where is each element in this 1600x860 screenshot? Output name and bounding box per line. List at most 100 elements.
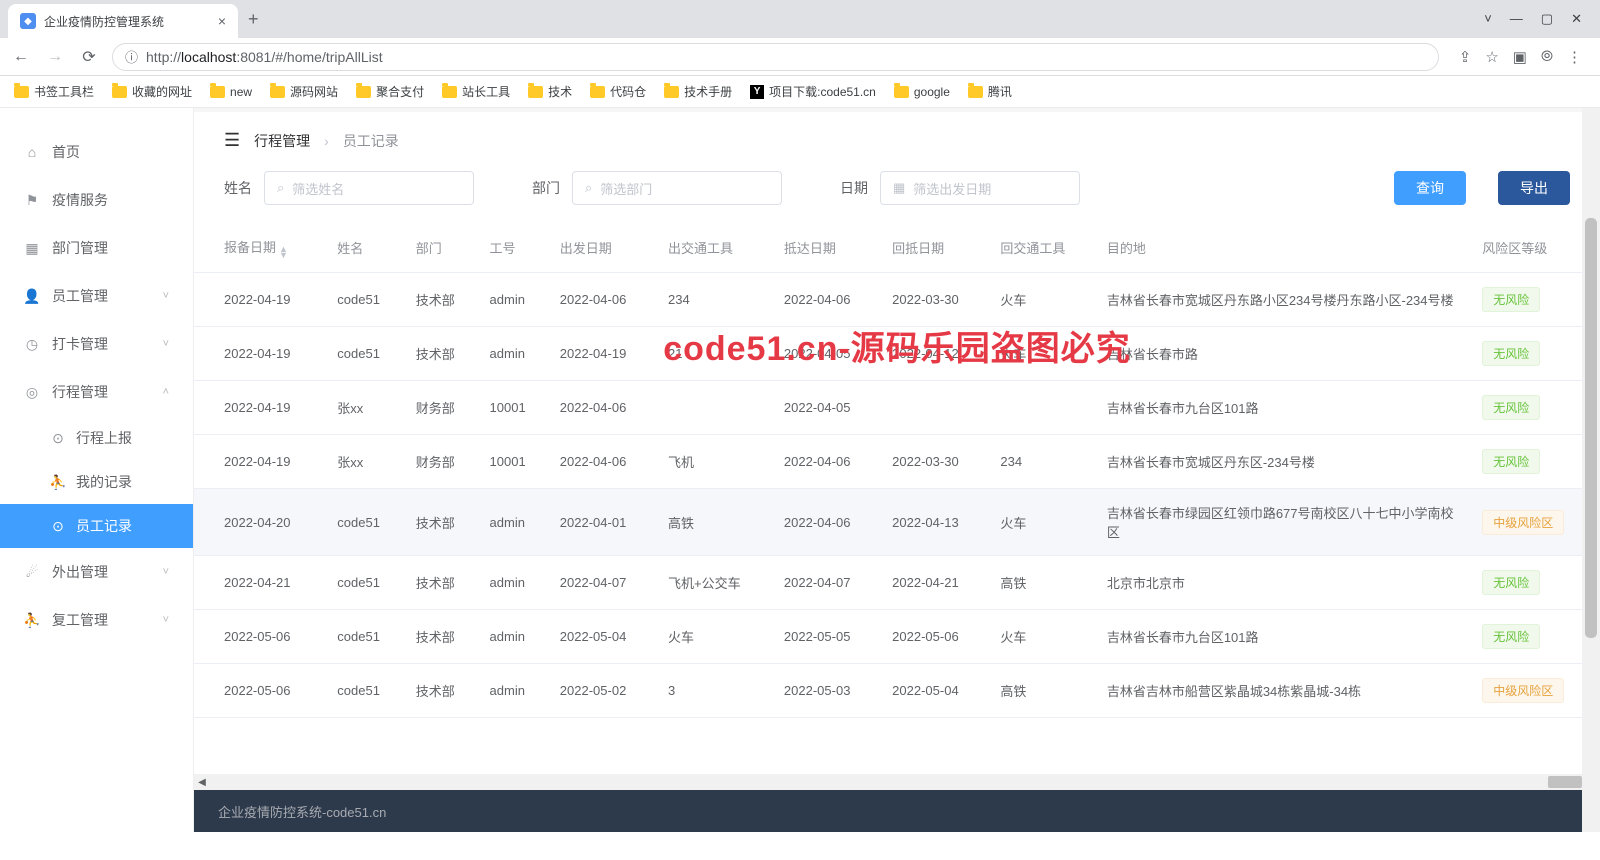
sidebar-item-5[interactable]: ◎行程管理˄ (0, 368, 193, 416)
browser-tab[interactable]: ◆ 企业疫情防控管理系统 × (8, 4, 238, 38)
risk-badge: 无风险 (1482, 341, 1540, 366)
hamburger-icon[interactable]: ☰ (224, 130, 240, 151)
sidebar-item-3[interactable]: 👤员工管理˅ (0, 272, 193, 320)
table-cell: 飞机+公交车 (658, 556, 774, 610)
profile-icon[interactable]: ⦾ (1541, 48, 1553, 66)
table-cell: 火车 (990, 610, 1096, 664)
column-header[interactable]: 部门 (406, 223, 480, 273)
close-window-icon[interactable]: ✕ (1571, 11, 1582, 27)
bookmark-item[interactable]: new (210, 85, 252, 99)
column-header[interactable]: 姓名 (327, 223, 405, 273)
table-cell: 2022-05-06 (882, 610, 990, 664)
sort-icon[interactable]: ▲▼ (279, 246, 288, 258)
table-row[interactable]: 2022-04-19code51技术部admin2022-04-06234202… (194, 273, 1600, 327)
table-row[interactable]: 2022-04-19张xx财务部100012022-04-062022-04-0… (194, 381, 1600, 435)
breadcrumb-item[interactable]: 行程管理 (254, 131, 310, 151)
dept-filter-label: 部门 (532, 178, 560, 198)
table-cell: 2022-04-19 (194, 327, 327, 381)
column-header[interactable]: 出交通工具 (658, 223, 774, 273)
query-button[interactable]: 查询 (1394, 171, 1466, 205)
bookmark-item[interactable]: 技术手册 (664, 83, 732, 100)
chevron-down-icon[interactable]: ˅ (1484, 11, 1492, 27)
table-cell: 2022-05-02 (550, 664, 658, 718)
reload-icon[interactable]: ⟳ (78, 47, 100, 67)
close-icon[interactable]: × (218, 13, 226, 29)
bookmark-item[interactable]: 腾讯 (968, 83, 1012, 100)
sidebar-item-4[interactable]: ◷打卡管理˅ (0, 320, 193, 368)
column-header[interactable]: 风险区等级 (1472, 223, 1600, 273)
table-row[interactable]: 2022-04-21code51技术部admin2022-04-07飞机+公交车… (194, 556, 1600, 610)
bookmarks-bar: 书签工具栏 收藏的网址 new 源码网站 聚合支付 站长工具 技术 代码仓 技术手册 Y项目下载:… (0, 76, 1600, 108)
column-header[interactable]: 回抵日期 (882, 223, 990, 273)
risk-badge: 无风险 (1482, 570, 1540, 595)
table-cell: 3 (658, 664, 774, 718)
name-filter-label: 姓名 (224, 178, 252, 198)
table-row[interactable]: 2022-05-06code51技术部admin2022-05-0232022-… (194, 664, 1600, 718)
table-cell: 2022-04-06 (774, 489, 882, 556)
table-cell: 技术部 (406, 273, 480, 327)
scroll-thumb[interactable] (1548, 776, 1582, 788)
bookmark-item[interactable]: 书签工具栏 (14, 83, 94, 100)
bookmark-item[interactable]: 站长工具 (442, 83, 510, 100)
column-header[interactable]: 出发日期 (550, 223, 658, 273)
breadcrumb: ☰ 行程管理 › 员工记录 (194, 112, 1600, 163)
panel-icon[interactable]: ▣ (1513, 48, 1527, 66)
table-cell: 2022-04-07 (774, 556, 882, 610)
new-tab-button[interactable]: + (248, 9, 259, 30)
sidebar-sub-item[interactable]: ⛹我的记录 (0, 460, 193, 504)
table-row[interactable]: 2022-05-06code51技术部admin2022-05-04火车2022… (194, 610, 1600, 664)
table-row[interactable]: 2022-04-20code51技术部admin2022-04-01高铁2022… (194, 489, 1600, 556)
table-cell: 2022-05-04 (550, 610, 658, 664)
info-icon[interactable]: ⓘ (125, 47, 138, 66)
filter-bar: 姓名 ⌕ 筛选姓名 部门 ⌕ 筛选部门 日期 ▦ (194, 163, 1600, 223)
name-input[interactable]: ⌕ 筛选姓名 (264, 171, 474, 205)
risk-cell: 无风险 (1472, 610, 1600, 664)
maximize-icon[interactable]: ▢ (1541, 11, 1553, 27)
menu-icon[interactable]: ⋮ (1567, 48, 1582, 66)
sidebar-sub-item[interactable]: ⊙行程上报 (0, 416, 193, 460)
sidebar-item-1[interactable]: ⚑疫情服务 (0, 176, 193, 224)
sidebar-item-7[interactable]: ⛹复工管理˅ (0, 596, 193, 644)
bookmark-item[interactable]: 收藏的网址 (112, 83, 192, 100)
table-cell: 飞机 (658, 435, 774, 489)
dept-input[interactable]: ⌕ 筛选部门 (572, 171, 782, 205)
export-button[interactable]: 导出 (1498, 171, 1570, 205)
date-input[interactable]: ▦ 筛选出发日期 (880, 171, 1080, 205)
scroll-thumb[interactable] (1585, 218, 1597, 638)
column-header[interactable]: 回交通工具 (990, 223, 1096, 273)
star-icon[interactable]: ☆ (1485, 48, 1498, 66)
share-icon[interactable]: ⇪ (1459, 48, 1472, 66)
calendar-icon: ▦ (893, 180, 905, 196)
table-cell: 2022-04-06 (774, 273, 882, 327)
table-cell: 2022-04-19 (194, 273, 327, 327)
scroll-left-icon[interactable]: ◀ (194, 777, 210, 788)
column-header[interactable]: 抵达日期 (774, 223, 882, 273)
risk-cell: 中级风险区 (1472, 664, 1600, 718)
sidebar-item-0[interactable]: ⌂首页 (0, 128, 193, 176)
loc-icon: ⊙ (50, 430, 66, 446)
bookmark-item[interactable]: 聚合支付 (356, 83, 424, 100)
bookmark-item[interactable]: 源码网站 (270, 83, 338, 100)
minimize-icon[interactable]: ― (1510, 11, 1523, 27)
sidebar-item-6[interactable]: ☄外出管理˅ (0, 548, 193, 596)
bookmark-item[interactable]: Y项目下载:code51.cn (750, 83, 876, 100)
table-row[interactable]: 2022-04-19code51技术部admin2022-04-19212022… (194, 327, 1600, 381)
bookmark-item[interactable]: google (894, 85, 950, 99)
bookmark-item[interactable]: 技术 (528, 83, 572, 100)
table-cell: 2022-04-12 (882, 327, 990, 381)
table-row[interactable]: 2022-04-19张xx财务部100012022-04-06飞机2022-04… (194, 435, 1600, 489)
sidebar-item-2[interactable]: ▦部门管理 (0, 224, 193, 272)
horizontal-scrollbar[interactable]: ◀ ▶ (194, 774, 1600, 790)
back-icon[interactable]: ← (10, 48, 32, 66)
address-bar[interactable]: ⓘ http://localhost:8081/#/home/tripAllLi… (112, 43, 1439, 71)
table-cell: 高铁 (990, 556, 1096, 610)
column-header[interactable]: 目的地 (1097, 223, 1472, 273)
bookmark-item[interactable]: 代码仓 (590, 83, 646, 100)
vertical-scrollbar[interactable] (1582, 108, 1600, 832)
column-header[interactable]: 工号 (480, 223, 550, 273)
table-cell: 2022-04-06 (550, 381, 658, 435)
sidebar-sub-item[interactable]: ⊙员工记录 (0, 504, 193, 548)
table-cell: 吉林省吉林市船营区紫晶城34栋紫晶城-34栋 (1097, 664, 1472, 718)
table-cell: admin (480, 273, 550, 327)
column-header[interactable]: 报备日期▲▼ (194, 223, 327, 273)
